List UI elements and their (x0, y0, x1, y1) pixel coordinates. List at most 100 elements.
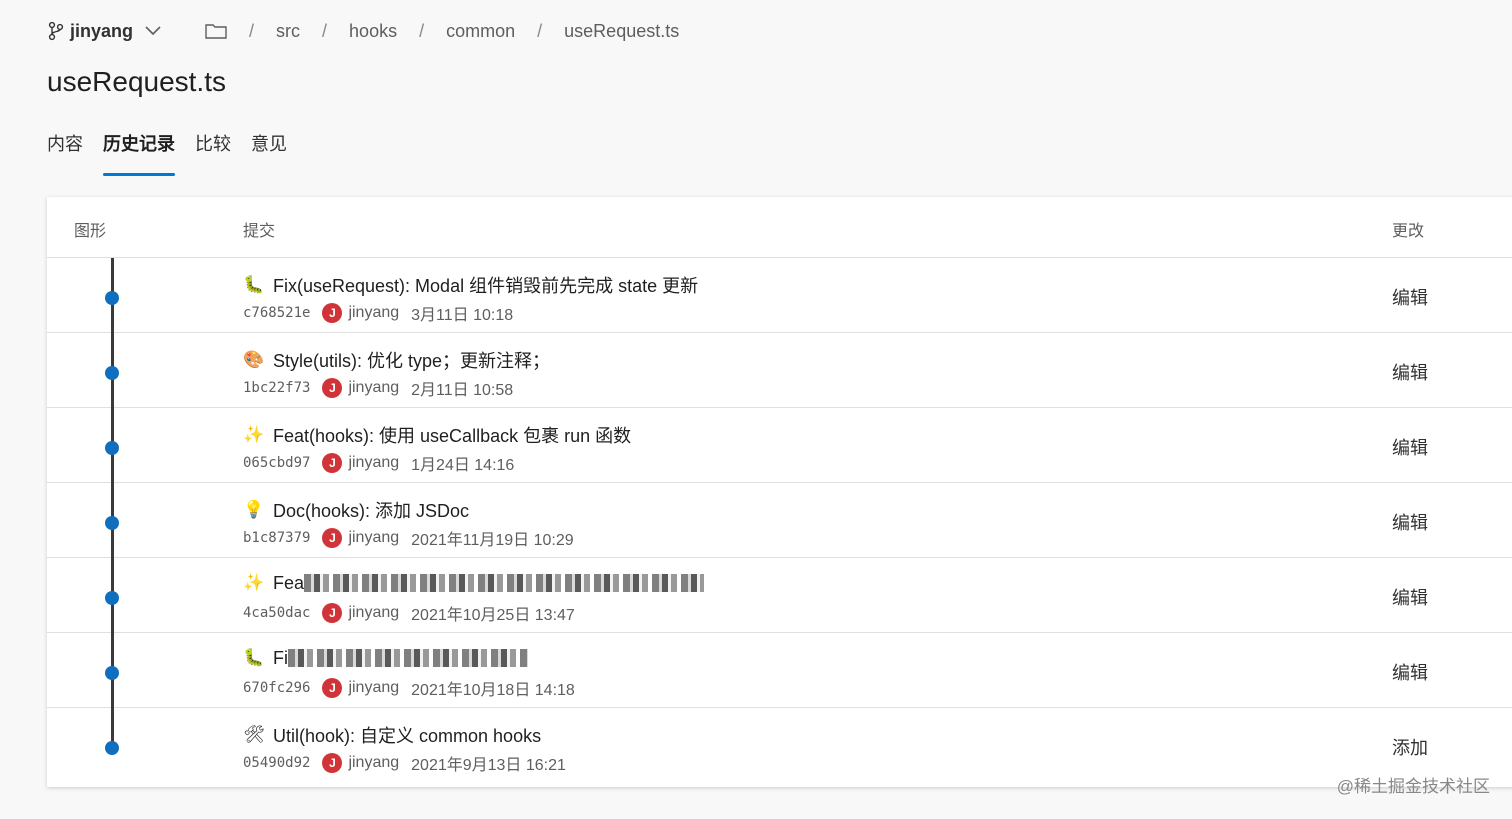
avatar: J (322, 303, 343, 323)
chevron-down-icon (145, 26, 161, 36)
commit-meta: 670fc296 Jjinyang 2021年10月18日 14:18 (243, 676, 575, 700)
commit-message-text: Util(hook): 自定义 common hooks (273, 726, 542, 746)
redacted-text (304, 574, 705, 592)
change-type[interactable]: 编辑 (1392, 659, 1428, 685)
commit-author: jinyang (348, 379, 400, 396)
avatar: J (322, 378, 343, 398)
avatar: J (322, 528, 343, 548)
commit-meta: b1c87379 Jjinyang 2021年11月19日 10:29 (243, 526, 574, 550)
table-body: 🐛 Fix(useRequest): Modal 组件销毁前先完成 state 更… (47, 258, 1512, 782)
commit-hash[interactable]: 670fc296 (243, 680, 310, 696)
commit-message[interactable]: ✨ Fea (243, 572, 705, 594)
graph-node (105, 516, 119, 530)
branch-name: jinyang (70, 20, 134, 41)
commit-message-text: Feat(hooks): 使用 useCallback 包裹 run 函数 (273, 426, 632, 446)
commit-meta: c768521e Jjinyang 3月11日 10:18 (243, 301, 513, 325)
breadcrumb-src[interactable]: src (276, 21, 300, 42)
change-type[interactable]: 添加 (1392, 734, 1428, 760)
commit-date: 2月11日 10:58 (411, 382, 514, 399)
commit-date: 2021年10月18日 14:18 (411, 682, 575, 699)
lightbulb-icon: 💡 (243, 500, 265, 519)
branch-selector[interactable]: jinyang (48, 21, 167, 42)
avatar: J (322, 453, 343, 473)
redacted-text (288, 649, 528, 667)
commit-author: jinyang (348, 754, 400, 771)
page-title: useRequest.ts (47, 66, 226, 97)
commit-meta: 1bc22f73 Jjinyang 2月11日 10:58 (243, 376, 513, 400)
breadcrumb-common[interactable]: common (446, 21, 515, 42)
change-type[interactable]: 编辑 (1392, 434, 1428, 460)
change-type[interactable]: 编辑 (1392, 359, 1428, 385)
commit-message-text: Fix(useRequest): Modal 组件销毁前先完成 state 更新 (273, 276, 699, 296)
table-row[interactable]: 🛠 Util(hook): 自定义 common hooks 05490d92 Jji… (47, 708, 1512, 782)
commit-message[interactable]: 🛠 Util(hook): 自定义 common hooks (243, 722, 541, 748)
commit-date: 2021年10月25日 13:47 (411, 607, 575, 624)
column-header-graph: 图形 (74, 223, 107, 240)
change-type[interactable]: 编辑 (1392, 509, 1428, 535)
table-row[interactable]: 💡 Doc(hooks): 添加 JSDoc b1c87379 Jjinyang 202… (47, 483, 1512, 558)
commit-hash[interactable]: b1c87379 (243, 530, 310, 546)
commit-message[interactable]: 💡 Doc(hooks): 添加 JSDoc (243, 497, 469, 523)
commit-author: jinyang (348, 529, 400, 546)
change-type[interactable]: 编辑 (1392, 284, 1428, 310)
graph-node (105, 366, 119, 380)
history-table: 图形 提交 更改 🐛 Fix(useRequest): Modal 组件销毁前先完… (47, 197, 1512, 787)
commit-author: jinyang (348, 679, 400, 696)
table-row[interactable]: 🎨 Style(utils): 优化 type；更新注释； 1bc22f73 Jjin… (47, 333, 1512, 408)
commit-meta: 065cbd97 Jjinyang 1月24日 14:16 (243, 451, 514, 475)
commit-hash[interactable]: 4ca50dac (243, 605, 310, 621)
watermark: @稀土掘金技术社区 (1336, 777, 1490, 796)
commit-meta: 4ca50dac Jjinyang 2021年10月25日 13:47 (243, 601, 575, 625)
commit-date: 1月24日 14:16 (411, 457, 515, 474)
commit-message-text: Doc(hooks): 添加 JSDoc (273, 501, 470, 521)
commit-hash[interactable]: 065cbd97 (243, 455, 310, 471)
file-tabs: 内容 历史记录 比较 意见 (47, 128, 307, 176)
commit-date: 2021年9月13日 16:21 (411, 757, 566, 774)
change-type[interactable]: 编辑 (1392, 584, 1428, 610)
graph-node (105, 441, 119, 455)
tab-content[interactable]: 内容 (47, 128, 83, 176)
breadcrumb-separator: / (419, 20, 425, 41)
commit-hash[interactable]: 1bc22f73 (243, 380, 310, 396)
commit-author: jinyang (348, 304, 400, 321)
table-row[interactable]: ✨ Fea 4ca50dac Jjinyang 2021年10月25日 13:47 编辑 (47, 558, 1512, 633)
bug-icon: 🐛 (243, 648, 265, 667)
avatar: J (322, 603, 343, 623)
commit-hash[interactable]: c768521e (243, 305, 310, 321)
breadcrumb-bar: jinyang / src / hooks / common / useRequ… (48, 14, 679, 48)
folder-icon[interactable] (205, 22, 227, 40)
graph-node (105, 666, 119, 680)
table-row[interactable]: 🐛 Fix(useRequest): Modal 组件销毁前先完成 state 更… (47, 258, 1512, 333)
commit-author: jinyang (348, 454, 400, 471)
commit-message-text: Style(utils): 优化 type；更新注释； (273, 351, 551, 371)
sparkles-icon: ✨ (243, 425, 265, 444)
commit-message-text: Fi (273, 647, 288, 668)
commit-meta: 05490d92 Jjinyang 2021年9月13日 16:21 (243, 751, 566, 775)
commit-hash[interactable]: 05490d92 (243, 755, 310, 771)
commit-message[interactable]: 🐛 Fi (243, 647, 528, 669)
commit-date: 3月11日 10:18 (411, 307, 514, 324)
column-header-change: 更改 (1392, 223, 1425, 240)
commit-message[interactable]: ✨ Feat(hooks): 使用 useCallback 包裹 run 函数 (243, 422, 631, 448)
breadcrumb-hooks[interactable]: hooks (349, 21, 397, 42)
tab-compare[interactable]: 比较 (195, 128, 231, 176)
breadcrumb-separator: / (322, 20, 328, 41)
breadcrumb-separator: / (249, 20, 255, 41)
commit-date: 2021年11月19日 10:29 (411, 532, 574, 549)
table-row[interactable]: ✨ Feat(hooks): 使用 useCallback 包裹 run 函数 06… (47, 408, 1512, 483)
avatar: J (322, 678, 343, 698)
graph-node (105, 291, 119, 305)
tab-blame[interactable]: 意见 (251, 128, 287, 176)
commit-message[interactable]: 🎨 Style(utils): 优化 type；更新注释； (243, 347, 550, 373)
commit-author: jinyang (348, 604, 400, 621)
tab-history[interactable]: 历史记录 (103, 128, 175, 176)
breadcrumb-file[interactable]: useRequest.ts (564, 21, 679, 42)
commit-message[interactable]: 🐛 Fix(useRequest): Modal 组件销毁前先完成 state 更… (243, 272, 698, 298)
table-row[interactable]: 🐛 Fi 670fc296 Jjinyang 2021年10月18日 14:18 编辑 (47, 633, 1512, 708)
palette-icon: 🎨 (243, 350, 265, 369)
sparkles-icon: ✨ (243, 573, 265, 592)
graph-node (105, 741, 119, 755)
avatar: J (322, 753, 343, 773)
table-header: 图形 提交 更改 (47, 197, 1512, 258)
column-header-commit: 提交 (243, 223, 276, 240)
